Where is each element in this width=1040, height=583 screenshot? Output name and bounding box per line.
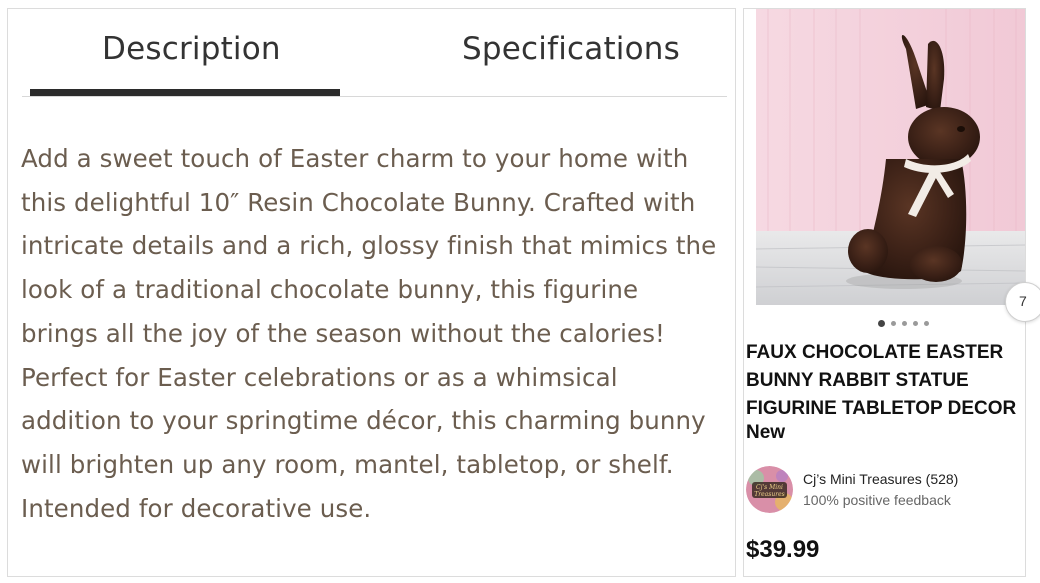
carousel-dot[interactable] <box>913 321 918 326</box>
seller-logo-text: Treasures <box>754 491 784 498</box>
active-tab-indicator <box>30 89 340 96</box>
seller-name[interactable]: Cj’s Mini Treasures (528) <box>803 471 958 487</box>
tab-specifications[interactable]: Specifications <box>462 31 680 67</box>
carousel-dot[interactable] <box>902 321 907 326</box>
description-line: Perfect for Easter celebrations or as a … <box>21 362 618 392</box>
product-title-line: BUNNY RABBIT STATUE <box>746 370 969 391</box>
description-text: Add a sweet touch of Easter charm to you… <box>21 137 733 530</box>
carousel-dots <box>878 320 929 327</box>
seller-avatar[interactable]: Cj's Mini Treasures <box>746 466 793 513</box>
description-line: will brighten up any room, mantel, table… <box>21 449 674 479</box>
product-title[interactable]: FAUX CHOCOLATE EASTER BUNNY RABBIT STATU… <box>746 339 1031 423</box>
next-card-button[interactable]: 7 <box>1005 282 1040 322</box>
product-price: $39.99 <box>746 536 820 563</box>
seller-logo-icon: Cj's Mini Treasures <box>746 466 793 513</box>
seller-feedback: 100% positive feedback <box>803 492 951 508</box>
next-button-label: 7 <box>1019 293 1027 309</box>
description-line: Intended for decorative use. <box>21 493 372 523</box>
description-panel: Description Specifications Add a sweet t… <box>7 8 736 577</box>
chocolate-bunny-photo <box>756 9 1025 305</box>
seller-logo-text: Cj's Mini <box>756 484 783 491</box>
description-line: Add a sweet touch of Easter charm to you… <box>21 144 689 173</box>
description-line: intricate details and a rich, glossy fin… <box>21 231 717 261</box>
carousel-dot[interactable] <box>924 321 929 326</box>
product-condition: New <box>746 422 786 443</box>
carousel-dot[interactable] <box>878 320 885 327</box>
tab-divider <box>22 96 727 97</box>
description-line: brings all the joy of the season without… <box>21 318 665 348</box>
description-line: addition to your springtime décor, this … <box>21 406 706 436</box>
product-title-line: FAUX CHOCOLATE EASTER <box>746 342 1004 363</box>
product-title-line: FIGURINE TABLETOP DECOR <box>746 398 1017 419</box>
product-image[interactable] <box>756 9 1025 305</box>
tab-bar: Description Specifications <box>8 9 735 105</box>
carousel-dot[interactable] <box>891 321 896 326</box>
tab-description[interactable]: Description <box>102 31 281 67</box>
description-line: this delightful 10″ Resin Chocolate Bunn… <box>21 187 696 217</box>
description-line: look of a traditional chocolate bunny, t… <box>21 275 639 305</box>
